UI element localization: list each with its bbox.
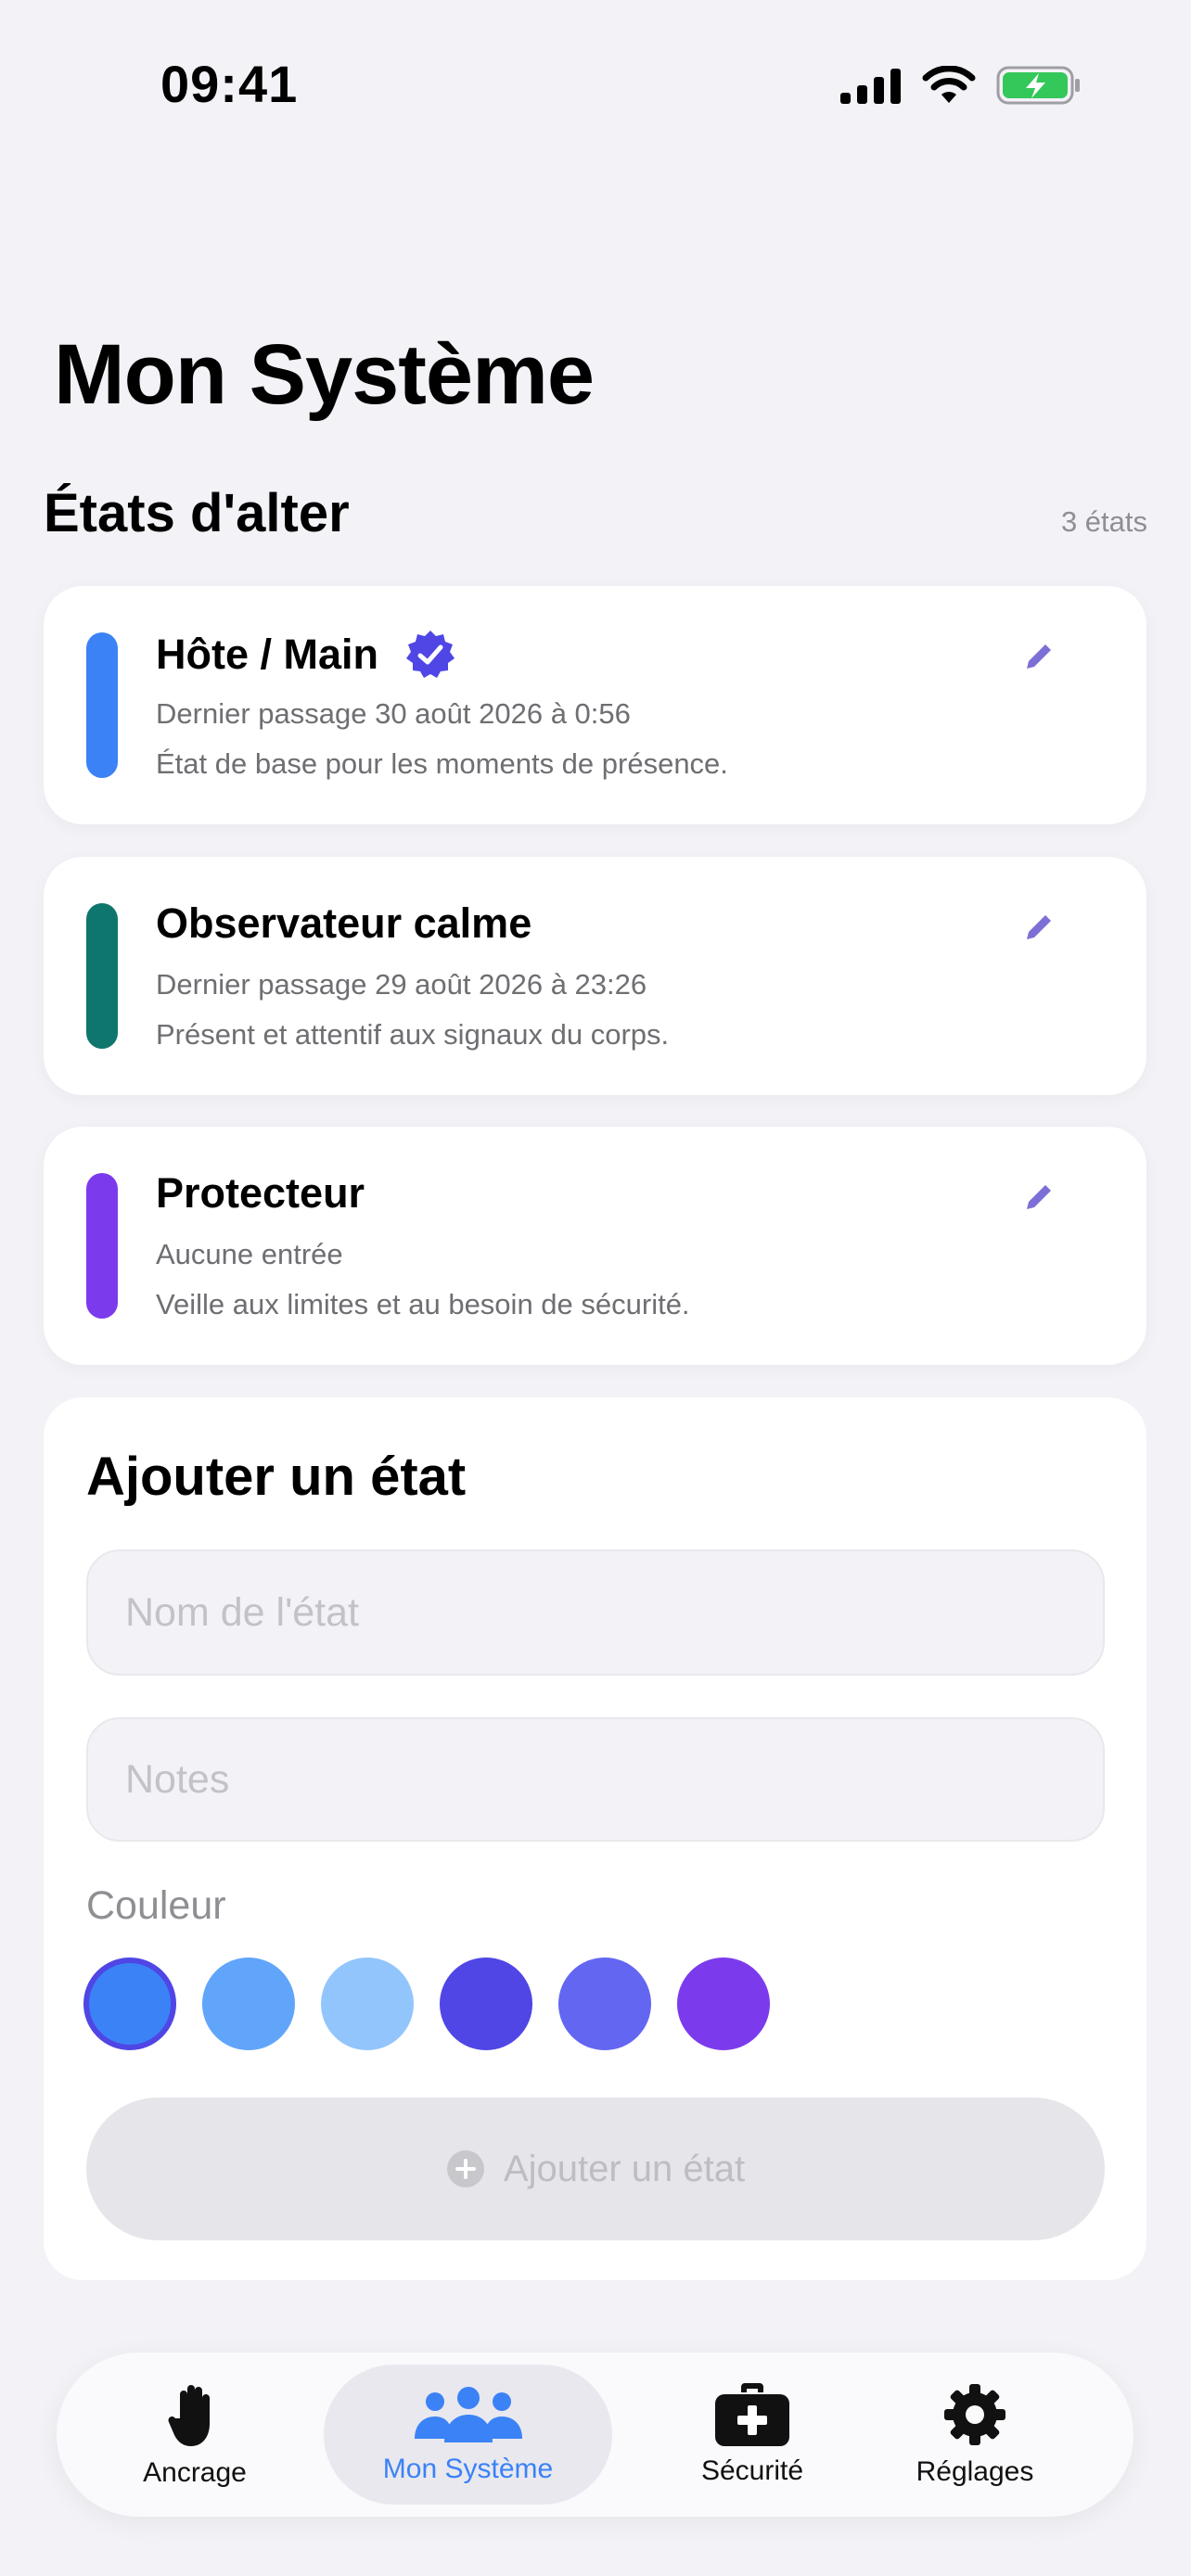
state-card[interactable]: Hôte / Main Dernier passage 30 août 2026…	[44, 586, 1146, 824]
edit-state-button[interactable]	[1020, 1179, 1057, 1216]
state-card[interactable]: Observateur calme Dernier passage 29 aoû…	[44, 857, 1146, 1095]
status-time: 09:41	[160, 55, 299, 113]
states-section-header: États d'alter 3 états	[44, 482, 1147, 544]
verified-badge-icon	[406, 631, 455, 678]
state-color-bar	[86, 1173, 118, 1319]
gear-icon	[944, 2383, 1005, 2445]
state-name-input[interactable]: Nom de l'état	[86, 1549, 1105, 1676]
pencil-icon	[1027, 644, 1051, 669]
battery-charging-icon	[996, 66, 1080, 105]
edit-state-button[interactable]	[1020, 638, 1057, 675]
tab-ancrage[interactable]: Ancrage	[134, 2353, 255, 2517]
state-color-bar	[86, 903, 118, 1049]
hand-icon	[168, 2384, 210, 2446]
state-name: Observateur calme	[156, 899, 532, 947]
tab-mon-systeme[interactable]: Mon Système	[324, 2365, 612, 2505]
add-state-title: Ajouter un état	[86, 1447, 467, 1507]
state-name: Hôte / Main	[156, 631, 379, 678]
tab-label: Mon Système	[382, 2453, 554, 2484]
color-swatch-selected[interactable]	[83, 1958, 176, 2050]
section-title: États d'alter	[44, 483, 350, 543]
state-last-seen: Dernier passage 29 août 2026 à 23:26	[156, 968, 647, 1001]
state-name-row: Hôte / Main	[156, 629, 456, 681]
state-name-row: Observateur calme	[156, 899, 531, 948]
cellular-signal-icon	[840, 69, 901, 104]
state-last-seen: Aucune entrée	[156, 1238, 343, 1270]
state-card[interactable]: Protecteur Aucune entrée Veille aux limi…	[44, 1127, 1146, 1365]
tab-label: Sécurité	[700, 2455, 804, 2486]
color-swatch[interactable]	[440, 1958, 532, 2050]
notes-input[interactable]: Notes	[86, 1717, 1105, 1842]
states-count: 3 états	[1060, 505, 1147, 538]
color-swatch[interactable]	[677, 1958, 770, 2050]
people-icon	[414, 2386, 522, 2442]
state-last-seen: Dernier passage 30 août 2026 à 0:56	[156, 697, 631, 730]
color-picker	[83, 1958, 770, 2050]
state-description: Présent et attentif aux signaux du corps…	[156, 1018, 670, 1051]
tab-bar: Ancrage Mon Système Sécurité Réglages	[57, 2353, 1133, 2517]
tab-securite[interactable]: Sécurité	[669, 2353, 836, 2517]
add-state-button-label: Ajouter un état	[503, 2148, 746, 2189]
add-state-card: Ajouter un état Nom de l'état Notes Coul…	[44, 1397, 1146, 2280]
status-icons	[840, 65, 1082, 106]
color-swatch[interactable]	[321, 1958, 414, 2050]
state-description: État de base pour les moments de présenc…	[156, 747, 728, 780]
color-swatch[interactable]	[558, 1958, 651, 2050]
tab-reglages[interactable]: Réglages	[905, 2353, 1044, 2517]
state-description: Veille aux limites et au besoin de sécur…	[156, 1288, 690, 1320]
color-swatch[interactable]	[202, 1958, 295, 2050]
add-state-button[interactable]: Ajouter un état	[86, 2098, 1105, 2240]
status-bar: 09:41	[0, 0, 1191, 176]
pencil-icon	[1027, 1185, 1051, 1209]
plus-circle-icon	[446, 2150, 484, 2187]
tab-label: Réglages	[916, 2455, 1034, 2487]
pencil-icon	[1027, 915, 1051, 939]
color-label: Couleur	[86, 1883, 226, 1928]
state-name: Protecteur	[156, 1169, 365, 1217]
edit-state-button[interactable]	[1020, 909, 1057, 946]
state-name-row: Protecteur	[156, 1169, 365, 1218]
tab-label: Ancrage	[143, 2456, 247, 2488]
state-color-bar	[86, 632, 118, 778]
first-aid-kit-icon	[715, 2382, 789, 2446]
page-title: Mon Système	[54, 327, 595, 422]
wifi-icon	[922, 66, 976, 103]
